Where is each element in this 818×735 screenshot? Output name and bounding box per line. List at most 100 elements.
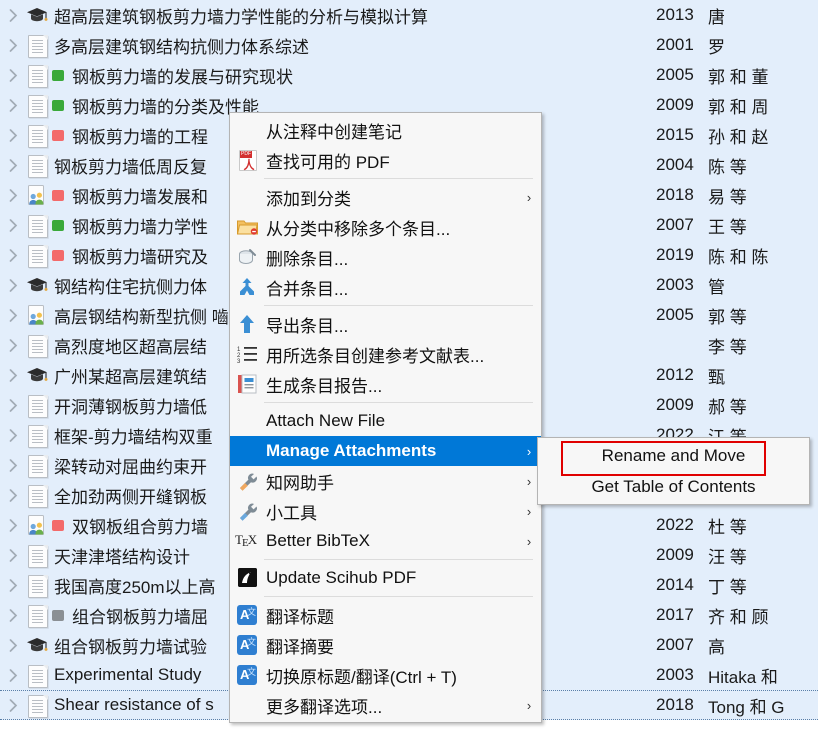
menu-item[interactable]: 知网助手 › [230, 466, 541, 496]
menu-item-label: 翻译标题 [266, 607, 334, 627]
submenu-item[interactable]: Get Table of Contents [538, 471, 809, 502]
row-expand-twisty[interactable] [0, 698, 26, 712]
document-icon [26, 454, 48, 478]
menu-item[interactable]: 生成条目报告... [230, 369, 541, 399]
table-row[interactable]: 超高层建筑钢板剪力墙力学性能的分析与模拟计算 2013 唐 [0, 0, 818, 30]
row-expand-twisty[interactable] [0, 158, 26, 172]
row-expand-twisty[interactable] [0, 218, 26, 232]
document-icon [26, 124, 48, 148]
menu-item-label: 从分类中移除多个条目... [266, 219, 451, 239]
menu-item[interactable]: 从注释中创建笔记 [230, 115, 541, 145]
row-expand-twisty[interactable] [0, 668, 26, 682]
row-creator: 郭 等 [708, 307, 747, 327]
table-row[interactable]: 多高层建筑钢结构抗侧力体系综述 2001 罗 [0, 30, 818, 60]
color-tag [52, 609, 64, 621]
row-year: 2004 [656, 155, 694, 174]
menu-item-label: 小工具 [266, 503, 317, 523]
menu-item[interactable]: 查找可用的 PDF [230, 145, 541, 175]
menu-item[interactable]: Manage Attachments › [230, 436, 541, 466]
menu-item[interactable]: 翻译摘要 [230, 630, 541, 660]
merge-icon [230, 274, 264, 300]
document-icon [26, 244, 48, 268]
row-creator: 管 [708, 277, 725, 297]
menu-item-label: 删除条目... [266, 249, 349, 269]
menu-item[interactable]: Update Scihub PDF [230, 563, 541, 593]
row-title: 钢板剪力墙的发展与研究现状 [72, 67, 293, 87]
menu-item[interactable]: 删除条目... [230, 242, 541, 272]
menu-item[interactable]: 小工具 › [230, 496, 541, 526]
menu-item[interactable]: 导出条目... [230, 309, 541, 339]
row-creator: Hitaka 和 [708, 667, 778, 687]
table-row[interactable]: 钢板剪力墙的发展与研究现状 2005 郭 和 董 [0, 60, 818, 90]
row-year: 2018 [656, 185, 694, 204]
row-creator: 孙 和 赵 [708, 127, 769, 147]
menu-item[interactable]: Attach New File [230, 406, 541, 436]
menu-item[interactable]: 更多翻译选项... › [230, 690, 541, 720]
menu-item-label: 导出条目... [266, 316, 349, 336]
row-expand-twisty[interactable] [0, 68, 26, 82]
row-expand-twisty[interactable] [0, 608, 26, 622]
manage-attachments-submenu[interactable]: Rename and Move Get Table of Contents [537, 437, 810, 505]
row-expand-twisty[interactable] [0, 398, 26, 412]
row-year: 2009 [656, 95, 694, 114]
document-icon [26, 334, 48, 358]
row-expand-twisty[interactable] [0, 188, 26, 202]
menu-item[interactable]: 翻译标题 [230, 600, 541, 630]
row-expand-twisty[interactable] [0, 248, 26, 262]
row-expand-twisty[interactable] [0, 8, 26, 22]
document-icon [26, 214, 48, 238]
menu-item-label: Attach New File [266, 411, 386, 430]
row-expand-twisty[interactable] [0, 548, 26, 562]
row-year: 2018 [656, 695, 694, 714]
menu-separator [264, 305, 533, 306]
row-expand-twisty[interactable] [0, 368, 26, 382]
row-creator: 易 等 [708, 187, 747, 207]
row-expand-twisty[interactable] [0, 518, 26, 532]
row-expand-twisty[interactable] [0, 458, 26, 472]
row-creator: 陈 等 [708, 157, 747, 177]
row-expand-twisty[interactable] [0, 128, 26, 142]
menu-item-label: 更多翻译选项... [266, 697, 383, 717]
menu-item[interactable]: 1 2 3 用所选条目创建参考文献表... [230, 339, 541, 369]
document-icon [26, 694, 48, 718]
chevron-right-icon: › [526, 697, 532, 713]
row-expand-twisty[interactable] [0, 308, 26, 322]
row-expand-twisty[interactable] [0, 98, 26, 112]
row-expand-twisty[interactable] [0, 428, 26, 442]
wrench-orange-icon [230, 468, 264, 494]
submenu-item-rename-and-move[interactable]: Rename and Move [538, 440, 809, 471]
color-tag [52, 69, 64, 81]
menu-item[interactable]: 添加到分类 › [230, 182, 541, 212]
menu-item-label: 从注释中创建笔记 [266, 122, 402, 142]
color-tag [52, 249, 64, 261]
menu-item-label: 翻译摘要 [266, 637, 334, 657]
menu-icon-empty [230, 184, 264, 210]
row-year: 2022 [656, 515, 694, 534]
row-year: 2003 [656, 275, 694, 294]
row-year: 2005 [656, 65, 694, 84]
row-year: 2012 [656, 365, 694, 384]
row-creator: 王 等 [708, 217, 747, 237]
row-year: 2009 [656, 395, 694, 414]
menu-item[interactable]: 从分类中移除多个条目... [230, 212, 541, 242]
menu-item-label: 切换原标题/翻译(Ctrl + T) [266, 667, 457, 687]
menu-separator [264, 402, 533, 403]
color-tag [52, 99, 64, 111]
menu-item[interactable]: 切换原标题/翻译(Ctrl + T) [230, 660, 541, 690]
row-expand-twisty[interactable] [0, 278, 26, 292]
document-icon [26, 34, 48, 58]
row-expand-twisty[interactable] [0, 578, 26, 592]
row-expand-twisty[interactable] [0, 338, 26, 352]
context-menu[interactable]: 从注释中创建笔记查找可用的 PDF 添加到分类 › 从分类中移除多个条目... 删除条目… [229, 112, 542, 723]
row-expand-twisty[interactable] [0, 488, 26, 502]
menu-item[interactable]: TEX Better BibTeX › [230, 526, 541, 556]
menu-item[interactable]: 合并条目... [230, 272, 541, 302]
row-title: 多高层建筑钢结构抗侧力体系综述 [54, 37, 309, 57]
scihub-icon [230, 565, 264, 591]
row-year: 2001 [656, 35, 694, 54]
document-icon [26, 604, 48, 628]
document-icon [26, 64, 48, 88]
row-expand-twisty[interactable] [0, 38, 26, 52]
row-expand-twisty[interactable] [0, 638, 26, 652]
row-year: 2015 [656, 125, 694, 144]
